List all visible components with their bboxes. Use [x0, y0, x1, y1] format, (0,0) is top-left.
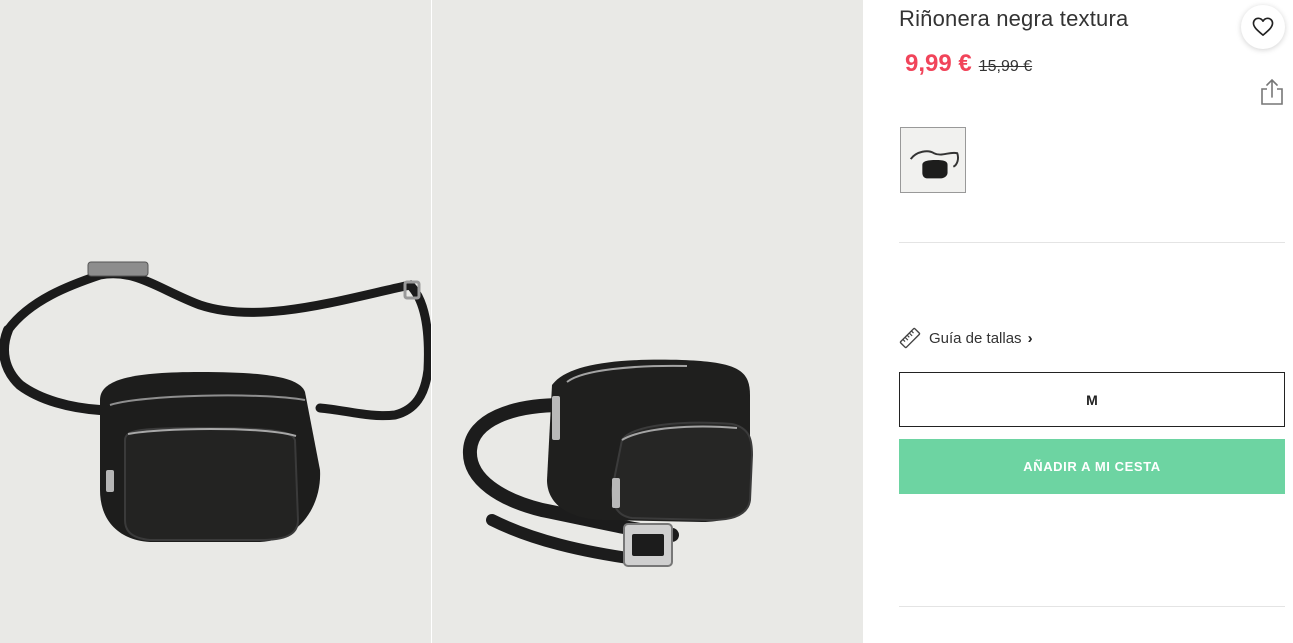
share-icon [1261, 78, 1283, 105]
add-to-cart-button[interactable]: AÑADIR A MI CESTA [899, 439, 1285, 494]
color-swatch-black[interactable] [900, 127, 966, 193]
bag-front-image [0, 261, 431, 542]
ruler-icon [899, 327, 921, 349]
price-row: 9,99 € 15,99 € [905, 50, 1032, 78]
product-gallery [0, 0, 863, 643]
size-guide-link[interactable]: Guía de tallas › [899, 327, 1033, 349]
bag-side-image [463, 359, 754, 567]
divider [899, 606, 1285, 607]
sale-price: 9,99 € [905, 50, 972, 77]
size-guide-label: Guía de tallas [929, 329, 1022, 347]
selected-size: M [1086, 391, 1098, 408]
share-button[interactable] [1259, 78, 1285, 106]
product-photo-front[interactable] [0, 0, 431, 643]
product-photo-side[interactable] [432, 0, 863, 643]
bag-thumbnail [909, 150, 959, 179]
product-title: Riñonera negra textura [899, 6, 1129, 31]
size-selector[interactable]: M [899, 372, 1285, 427]
original-price: 15,99 € [978, 58, 1033, 75]
heart-icon [1252, 17, 1274, 36]
favorite-button[interactable] [1241, 5, 1285, 49]
chevron-right-icon: › [1027, 329, 1033, 347]
divider [899, 242, 1285, 243]
product-info-panel: Riñonera negra textura 9,99 € 15,99 € Gu… [899, 0, 1293, 643]
